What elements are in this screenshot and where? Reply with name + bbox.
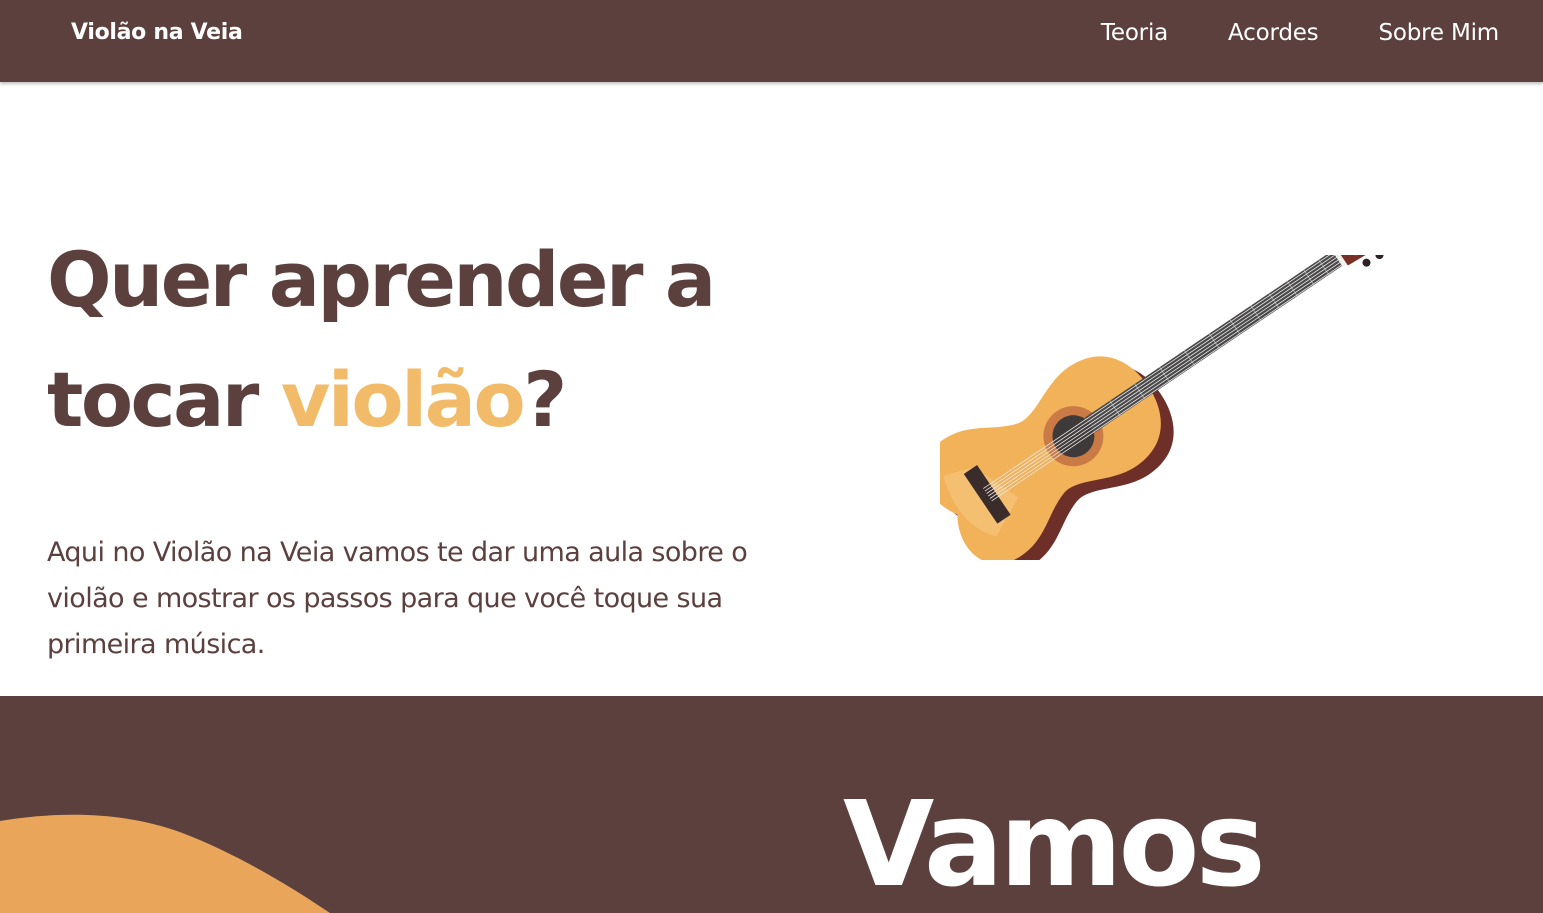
main-nav: Teoria Acordes Sobre Mim <box>1101 20 1499 46</box>
guitar-illustration <box>940 255 1390 560</box>
hero-title: Quer aprender a tocar violão? <box>47 220 867 460</box>
hero-title-line1: Quer aprender a <box>47 235 716 324</box>
top-navbar: Violão na Veia Teoria Acordes Sobre Mim <box>0 0 1543 82</box>
nav-link-acordes[interactable]: Acordes <box>1228 20 1319 46</box>
intro-section: Vamos <box>0 696 1543 913</box>
hero-description: Aqui no Violão na Veia vamos te dar uma … <box>47 537 748 660</box>
hero-title-line2: tocar <box>47 355 281 444</box>
nav-link-sobre-mim[interactable]: Sobre Mim <box>1378 20 1499 46</box>
hero-title-accent: violão <box>280 355 526 444</box>
decorative-blob <box>0 814 330 913</box>
section-title: Vamos <box>843 775 1266 913</box>
brand-logo-link[interactable]: Violão na Veia <box>71 20 243 45</box>
nav-link-teoria[interactable]: Teoria <box>1101 20 1168 46</box>
hero-title-suffix: ? <box>523 355 567 444</box>
